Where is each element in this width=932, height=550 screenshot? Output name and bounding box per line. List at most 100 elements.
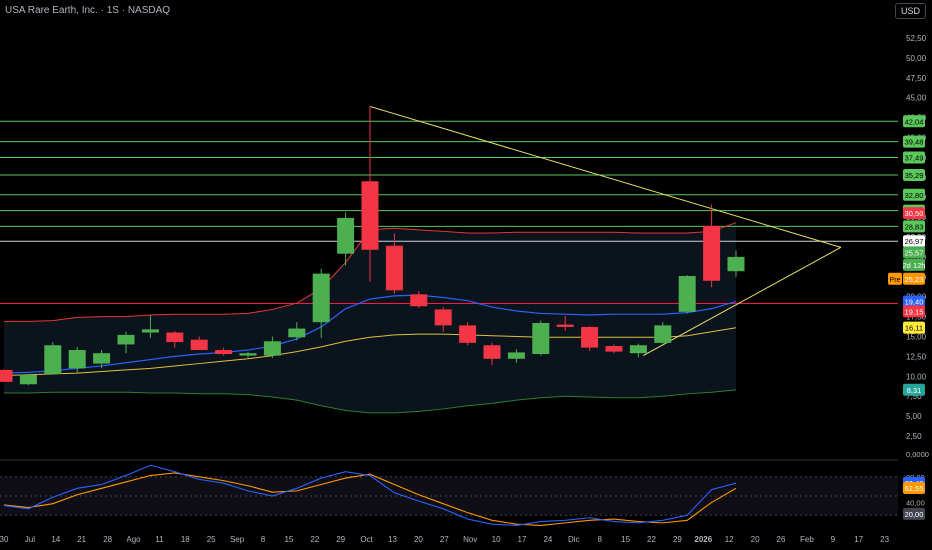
- time-tick-label: 22: [647, 535, 656, 544]
- oscillator-zone: [0, 476, 898, 516]
- level-label-text: 32,80: [905, 191, 924, 200]
- time-axis: 30 Jul 14 21 28 Ago 11 18 25 Sep 8 15 22 29 Oct 13 20 27 N…: [0, 535, 890, 544]
- level-label-text: 35,29: [905, 171, 924, 180]
- candle-body: [288, 328, 306, 338]
- candle-body: [361, 181, 379, 250]
- candle-body: [703, 225, 721, 281]
- time-tick-label: 20: [414, 535, 423, 544]
- time-tick-label: 2026: [694, 535, 712, 544]
- candle-body: [141, 329, 159, 333]
- candle-body: [44, 345, 62, 374]
- time-tick-label: Oct: [360, 535, 373, 544]
- oscillator-tick-label: 40,00: [906, 498, 925, 507]
- price-marker-text: 26,97: [905, 237, 924, 246]
- candle-body: [263, 341, 281, 356]
- candle-body: [312, 273, 330, 323]
- candle-body: [93, 353, 111, 364]
- candle-body: [654, 325, 672, 343]
- price-tick-label: 15,00: [906, 333, 927, 342]
- price-tick-label: 50,00: [906, 54, 927, 63]
- time-tick-label: 30: [0, 535, 9, 544]
- candle-body: [483, 345, 501, 359]
- candle-body: [581, 326, 599, 348]
- currency-button[interactable]: USD: [894, 3, 926, 19]
- price-tick-label: 45,00: [906, 94, 927, 103]
- time-tick-label: 9: [831, 535, 836, 544]
- candle-body: [0, 369, 13, 382]
- time-tick-label: 29: [336, 535, 345, 544]
- level-label-text: 28,83: [905, 222, 924, 231]
- candle-body: [678, 276, 696, 312]
- price-marker-text: 25,23: [905, 275, 924, 284]
- time-tick-label: 13: [388, 535, 397, 544]
- candle-body: [727, 256, 745, 272]
- price-marker-text: 25,57: [905, 248, 924, 257]
- level-label-text: 42,04: [905, 117, 924, 126]
- time-tick-label: Sep: [230, 535, 245, 544]
- candle-body: [410, 294, 428, 307]
- time-tick-label: 20: [751, 535, 760, 544]
- time-tick-label: 26: [777, 535, 786, 544]
- price-marker-text: 16,11: [905, 324, 923, 333]
- time-tick-label: 14: [51, 535, 60, 544]
- time-tick-label: 12: [725, 535, 734, 544]
- candle-body: [19, 374, 37, 385]
- time-tick-label: 8: [597, 535, 602, 544]
- time-tick-label: 15: [284, 535, 293, 544]
- time-tick-label: 17: [854, 535, 863, 544]
- time-tick-label: Ago: [126, 535, 141, 544]
- candle-body: [239, 353, 257, 356]
- time-tick-label: 27: [440, 535, 449, 544]
- time-tick-label: 21: [77, 535, 86, 544]
- time-tick-label: 28: [103, 535, 112, 544]
- time-tick-label: Jul: [25, 535, 35, 544]
- time-tick-label: 17: [518, 535, 527, 544]
- price-marker-text: 30,50: [905, 209, 924, 218]
- candle-body: [507, 352, 525, 359]
- time-tick-label: 25: [207, 535, 216, 544]
- price-marker-text: 19,15: [905, 307, 924, 316]
- price-tick-label: 2,50: [906, 432, 922, 441]
- candle-body: [215, 350, 233, 355]
- candle-body: [190, 339, 208, 351]
- candle-body: [532, 322, 550, 355]
- time-tick-label: 23: [880, 535, 889, 544]
- price-marker-text: 2d 12h: [903, 261, 926, 270]
- time-tick-label: Dic: [568, 535, 580, 544]
- price-chart[interactable]: 80,0040,000,000070,4262,5520,00 52,5050,…: [0, 0, 932, 550]
- time-tick-label: 22: [310, 535, 319, 544]
- price-tick-label: 10,00: [906, 372, 927, 381]
- candle-body: [166, 332, 184, 343]
- time-tick-label: Nov: [463, 535, 477, 544]
- oscillator-marker-text: 20,00: [905, 510, 924, 519]
- candle-body: [337, 217, 355, 254]
- time-tick-label: 8: [261, 535, 266, 544]
- price-tick-label: 5,00: [906, 412, 922, 421]
- symbol-header: USA Rare Earth, Inc. · 1S · NASDAQ: [5, 5, 171, 16]
- time-tick-label: Feb: [800, 535, 814, 544]
- price-marker-text: 19,40: [905, 297, 924, 306]
- candle-body: [459, 325, 477, 343]
- candle-body: [385, 245, 403, 291]
- pre-market-tag-text: Pre: [890, 277, 901, 284]
- price-tick-label: 52,50: [906, 34, 927, 43]
- time-tick-label: 24: [543, 535, 552, 544]
- oscillator-marker-text: 62,55: [905, 484, 924, 493]
- level-label-text: 39,48: [905, 138, 924, 147]
- oscillator-tick-label: 0,0000: [906, 450, 929, 459]
- time-tick-label: 15: [621, 535, 630, 544]
- candle-body: [556, 324, 574, 327]
- time-tick-label: 29: [673, 535, 682, 544]
- price-tick-label: 47,50: [906, 74, 927, 83]
- candle-body: [117, 334, 135, 345]
- time-tick-label: 10: [492, 535, 501, 544]
- time-tick-label: 11: [155, 535, 164, 544]
- level-label-text: 37,49: [905, 153, 924, 162]
- time-tick-label: 18: [181, 535, 190, 544]
- price-tick-label: 12,50: [906, 352, 927, 361]
- candle-body: [605, 346, 623, 352]
- candle-body: [629, 345, 647, 354]
- candle-body: [68, 350, 86, 369]
- candle-body: [434, 309, 452, 326]
- price-marker-text: 8,31: [907, 386, 922, 395]
